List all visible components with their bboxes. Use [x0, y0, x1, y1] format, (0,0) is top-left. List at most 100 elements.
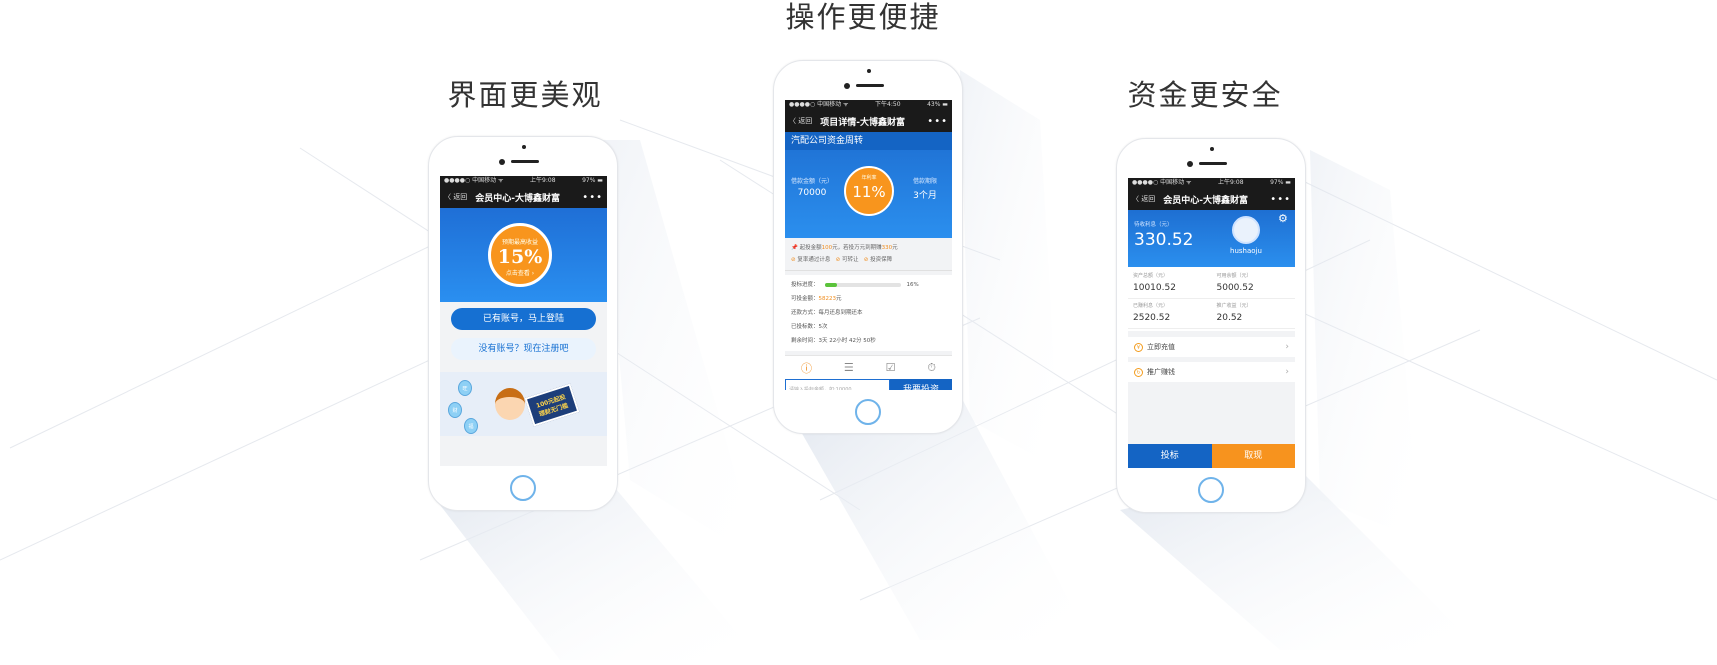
stat-earned-interest: 已赚利息（元） 2520.52 — [1128, 299, 1212, 329]
project-details-list: 投标进度： 16% 可投金额：58223元 还款方式：每月还息到期还本 已投标数：… — [785, 275, 952, 351]
yield-rate: 15% — [497, 246, 543, 268]
yield-banner: 预期最高收益 15% 点击查看 › — [440, 208, 607, 302]
withdraw-button[interactable]: 取现 — [1211, 444, 1295, 468]
record-icon[interactable]: ☑ — [886, 361, 896, 374]
project-name: 汽配公司资金周转 — [785, 132, 952, 150]
page-title: 会员中心-大博鑫财富 — [475, 193, 560, 204]
more-icon[interactable]: ••• — [1270, 194, 1291, 205]
battery-text: 97% ▬ — [582, 177, 603, 184]
home-button[interactable] — [1198, 477, 1224, 503]
register-button[interactable]: 没有账号？现在注册吧 — [451, 338, 596, 360]
loan-amount-label: 借款金额（元） — [790, 178, 833, 185]
feature-item: 复率通过计息 — [797, 257, 831, 263]
page-title: 项目详情-大博鑫财富 — [820, 117, 905, 128]
clock-text: 下午4:50 — [875, 101, 901, 108]
showcase-stage: 界面更美观 操作更便捷 资金更安全 ●●●●○ 中国移动 ᯤ 上午9:08 97… — [0, 0, 1717, 665]
phone-account: ●●●●○ 中国移动 ᯤ 上午9:08 97% ▬ 〈 返回 会员中心-大博鑫财… — [1116, 138, 1306, 513]
phone-camera — [1210, 147, 1214, 151]
login-button[interactable]: 已有账号，马上登陆 — [451, 308, 596, 330]
progress-fill — [824, 282, 837, 287]
invest-tips: 📌 起投金额100元，若投万元到期赚330元 ⊘ 复率通过计息 ⊘ 可转让 ⊘ … — [785, 238, 952, 271]
feature-item: 可转让 — [841, 257, 859, 263]
username: hushaoju — [1230, 247, 1262, 255]
account-stats: 资产总额（元） 10010.52 可用余额（元） 5000.52 已赚利息（元）… — [1128, 267, 1295, 331]
chevron-right-icon: › — [1285, 367, 1289, 377]
carrier-text: ●●●●○ 中国移动 ᯤ — [1132, 179, 1192, 186]
phone-speaker — [856, 84, 884, 87]
invest-tip-line: 📌 起投金额100元，若投万元到期赚330元 — [791, 245, 898, 251]
phone-member-center: ●●●●○ 中国移动 ᯤ 上午9:08 97% ▬ 〈 返回 会员中心-大博鑫财… — [428, 136, 618, 511]
phone-speaker — [1199, 162, 1227, 165]
balloon-icon: 旺 — [458, 380, 472, 396]
income-label: 待收利息（元） — [1134, 222, 1173, 228]
progress-row: 投标进度： 16% — [791, 282, 919, 288]
battery-text: 97% ▬ — [1270, 179, 1291, 186]
progress-text: 16% — [906, 282, 919, 288]
battery-text: 43% ▬ — [927, 101, 948, 108]
more-icon[interactable]: ••• — [582, 192, 603, 203]
heading-easy-operation: 操作更便捷 — [785, 0, 941, 34]
invest-button[interactable]: 我要投资 — [890, 379, 952, 390]
status-bar: ●●●●○ 中国移动 ᯤ 上午9:08 97% ▬ — [440, 176, 607, 186]
recharge-label: 立即充值 — [1147, 343, 1175, 351]
loan-term: 借款期限 3个月 — [900, 176, 950, 201]
promote-row[interactable]: ↻ 推广赚钱 › — [1128, 362, 1295, 382]
action-bar: 投标 取现 — [1128, 444, 1295, 468]
share-icon: ↻ — [1134, 367, 1143, 377]
phone-screen: ●●●●○ 中国移动 ᯤ 上午9:08 97% ▬ 〈 返回 会员中心-大博鑫财… — [1128, 178, 1295, 468]
home-button[interactable] — [510, 475, 536, 501]
clock-text: 上午9:08 — [530, 177, 556, 184]
check-icon: ⊘ — [863, 257, 869, 263]
gear-icon[interactable]: ⚙ — [1278, 212, 1288, 225]
clock-text: 上午9:08 — [1218, 179, 1244, 186]
back-button[interactable]: 〈 返回 — [789, 116, 812, 126]
remain-row: 剩余时间：3天 22小时 42分 50秒 — [791, 338, 876, 344]
more-icon[interactable]: ••• — [927, 116, 948, 127]
promote-label: 推广赚钱 — [1147, 368, 1175, 376]
feature-item: 投资保障 — [870, 257, 893, 263]
detail-tabs: ⓘ ☰ ☑ ⏱ — [785, 355, 952, 379]
status-bar: ●●●●○ 中国移动 ᯤ 上午9:08 97% ▬ — [1128, 178, 1295, 188]
recharge-row[interactable]: ¥ 立即充值 › — [1128, 337, 1295, 357]
coin-icon: ¥ — [1134, 342, 1143, 352]
stat-promo-income: 推广收益（元） 20.52 — [1211, 299, 1295, 329]
yield-label: 预期最高收益 — [501, 239, 538, 246]
stat-available-balance: 可用余额（元） 5000.52 — [1211, 269, 1295, 299]
chevron-right-icon: › — [1285, 342, 1289, 352]
phone-speaker — [511, 160, 539, 163]
income-value: 330.52 — [1134, 230, 1194, 250]
phone-sensor — [1187, 161, 1193, 167]
timer-icon[interactable]: ⏱ — [927, 361, 936, 375]
cartoon-boy-icon — [495, 388, 525, 420]
status-bar: ●●●●○ 中国移动 ᯤ 下午4:50 43% ▬ — [785, 100, 952, 110]
loan-term-label: 借款期限 — [912, 178, 937, 185]
check-icon: ⊘ — [791, 257, 796, 263]
loan-term-value: 3个月 — [913, 191, 937, 201]
invest-amount-input[interactable]: 请输入投标金额，如:10000 — [785, 379, 890, 390]
rate-circle: 年利率 11% — [844, 166, 894, 216]
repay-row: 还款方式：每月还息到期还本 — [791, 310, 863, 316]
promo-illustration[interactable]: 旺 财 福 100元起投 理财无门槛 — [440, 372, 607, 436]
rate-label: 年利率 — [861, 175, 877, 181]
yield-circle[interactable]: 预期最高收益 15% 点击查看 › — [488, 223, 552, 287]
phone-sensor — [844, 83, 850, 89]
avatar[interactable] — [1232, 216, 1260, 244]
balloon-icon: 福 — [464, 418, 478, 434]
loan-amount-value: 70000 — [797, 188, 827, 198]
yield-view-link: 点击查看 › — [505, 270, 535, 277]
heading-fund-security: 资金更安全 — [1127, 78, 1283, 112]
bids-row: 已投标数：5次 — [791, 324, 828, 330]
phone-camera — [522, 145, 526, 149]
balloon-icon: 财 — [448, 402, 462, 418]
home-button[interactable] — [855, 399, 881, 425]
back-button[interactable]: 〈 返回 — [444, 192, 467, 202]
heading-beautiful-ui: 界面更美观 — [447, 78, 603, 112]
list-icon[interactable]: ☰ — [844, 361, 854, 374]
info-icon[interactable]: ⓘ — [801, 360, 812, 376]
phone-sensor — [499, 159, 505, 165]
nav-bar: 〈 返回 会员中心-大博鑫财富 ••• — [440, 186, 607, 208]
back-button[interactable]: 〈 返回 — [1132, 194, 1155, 204]
bid-button[interactable]: 投标 — [1128, 444, 1212, 468]
carrier-text: ●●●●○ 中国移动 ᯤ — [789, 101, 849, 108]
loan-amount: 借款金额（元） 70000 — [787, 176, 837, 198]
